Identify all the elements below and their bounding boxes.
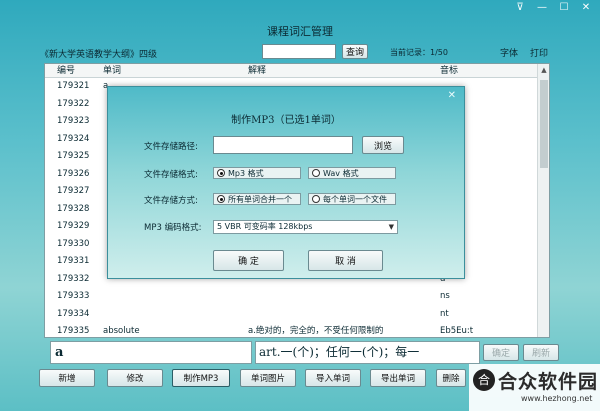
cell-phonetic: nt xyxy=(440,308,449,319)
word-field[interactable]: a xyxy=(50,341,252,364)
watermark: 合 合众软件园 www.hezhong.net xyxy=(469,364,600,411)
format-label: 文件存储格式: xyxy=(144,170,198,180)
cancel-button[interactable]: 取 消 xyxy=(308,250,383,271)
cell-word xyxy=(95,306,240,324)
radio-selected-icon xyxy=(217,195,225,203)
maximize-icon[interactable]: ☐ xyxy=(558,2,570,13)
browse-button[interactable]: 浏览 xyxy=(362,136,404,154)
radio-unselected-icon xyxy=(312,195,320,203)
skin-icon[interactable]: ⊽ xyxy=(514,2,526,13)
watermark-text: 合众软件园 xyxy=(498,371,599,393)
delete-button[interactable]: 删除 xyxy=(436,369,466,387)
radio-selected-icon xyxy=(217,169,225,177)
edit-button[interactable]: 修改 xyxy=(107,369,163,387)
cell-id: 179324 xyxy=(57,133,90,144)
column-header-explanation[interactable]: 解释 xyxy=(240,64,432,77)
make-mp3-button[interactable]: 制作MP3 xyxy=(172,369,230,387)
cell-id: 179321 xyxy=(57,81,90,91)
cell-explanation xyxy=(240,306,432,324)
encode-value: 5 VBR 可变码率 128kbps xyxy=(217,222,313,231)
cell-phonetic: Eb5Eu:t xyxy=(440,326,474,336)
print-link[interactable]: 打印 xyxy=(530,46,548,59)
ok-button[interactable]: 确 定 xyxy=(213,250,284,271)
encode-select[interactable]: 5 VBR 可变码率 128kbps ▼ xyxy=(213,220,398,234)
cell-explanation: a.绝对的，完全的，不受任何限制的 xyxy=(248,326,384,336)
column-header-phonetic[interactable]: 音标 xyxy=(432,64,532,77)
radio-unselected-icon xyxy=(312,169,320,177)
scroll-thumb[interactable] xyxy=(540,80,548,168)
vertical-scrollbar[interactable]: ▲ xyxy=(537,64,549,337)
close-icon[interactable]: ✕ xyxy=(580,2,592,13)
meaning-field[interactable]: art.一(个)；任何一(个)；每一 xyxy=(255,341,480,364)
cell-id: 179333 xyxy=(57,291,90,301)
method-merge-radio[interactable]: 所有单词合并一个 xyxy=(213,193,301,205)
format-mp3-radio[interactable]: Mp3 格式 xyxy=(213,167,301,179)
table-row[interactable]: 179334 nt xyxy=(45,306,549,324)
method-label: 文件存储方式: xyxy=(144,196,198,206)
dialog-title: 制作MP3（已选1单词） xyxy=(231,115,341,126)
add-button[interactable]: 新增 xyxy=(39,369,95,387)
cell-id: 179334 xyxy=(57,308,90,319)
app-title: 课程词汇管理 xyxy=(267,25,333,38)
cell-phonetic: ns xyxy=(440,291,450,301)
font-link[interactable]: 字体 xyxy=(500,46,518,59)
word-image-button[interactable]: 单词图片 xyxy=(240,369,296,387)
minimize-icon[interactable]: — xyxy=(536,2,548,13)
import-words-button[interactable]: 导入单词 xyxy=(305,369,361,387)
column-header-word[interactable]: 单词 xyxy=(95,64,240,77)
cell-id: 179331 xyxy=(57,256,90,266)
book-name: 《新大学英语教学大纲》四级 xyxy=(40,50,158,60)
refresh-button[interactable]: 刷新 xyxy=(523,344,559,361)
window-controls: ⊽ — ☐ ✕ xyxy=(514,2,592,13)
scroll-up-icon[interactable]: ▲ xyxy=(538,64,549,76)
chevron-down-icon: ▼ xyxy=(388,223,394,231)
encode-label: MP3 编码格式: xyxy=(144,223,202,233)
export-words-button[interactable]: 导出单词 xyxy=(370,369,426,387)
cell-id: 179323 xyxy=(57,116,90,126)
format-mp3-label: Mp3 格式 xyxy=(228,168,264,178)
cell-id: 179322 xyxy=(57,98,90,109)
cell-id: 179327 xyxy=(57,186,90,196)
table-row[interactable]: 179333 ns xyxy=(45,288,549,306)
cell-id: 179328 xyxy=(57,203,90,214)
cell-id: 179329 xyxy=(57,221,90,231)
method-merge-label: 所有单词合并一个 xyxy=(228,194,292,204)
make-mp3-dialog: ✕ 制作MP3（已选1单词） 文件存储路径: 浏览 文件存储格式: Mp3 格式… xyxy=(107,86,465,279)
watermark-logo-icon: 合 xyxy=(473,369,495,391)
record-indicator: 当前记录：1/50 xyxy=(390,48,448,57)
method-each-label: 每个单词一个文件 xyxy=(323,194,387,204)
watermark-url: www.hezhong.net xyxy=(521,394,593,403)
table-header: 编号 单词 解释 音标 xyxy=(45,64,549,78)
path-input[interactable] xyxy=(213,136,353,154)
cell-word: absolute xyxy=(103,326,140,336)
dialog-close-icon[interactable]: ✕ xyxy=(448,90,456,101)
method-each-radio[interactable]: 每个单词一个文件 xyxy=(308,193,396,205)
cell-id: 179335 xyxy=(57,326,90,336)
path-label: 文件存储路径: xyxy=(144,142,198,152)
table-row[interactable]: 179335 absolute a.绝对的，完全的，不受任何限制的 Eb5Eu:t xyxy=(45,323,549,337)
confirm-button[interactable]: 确定 xyxy=(483,344,519,361)
cell-explanation xyxy=(240,288,432,306)
cell-id: 179326 xyxy=(57,168,90,179)
cell-id: 179330 xyxy=(57,238,90,249)
cell-id: 179332 xyxy=(57,273,90,284)
column-header-id[interactable]: 编号 xyxy=(45,64,95,77)
format-wav-label: Wav 格式 xyxy=(323,168,359,178)
search-input[interactable] xyxy=(262,44,336,59)
query-button[interactable]: 查询 xyxy=(342,44,368,59)
cell-id: 179325 xyxy=(57,151,90,161)
cell-word xyxy=(95,288,240,306)
format-wav-radio[interactable]: Wav 格式 xyxy=(308,167,396,179)
